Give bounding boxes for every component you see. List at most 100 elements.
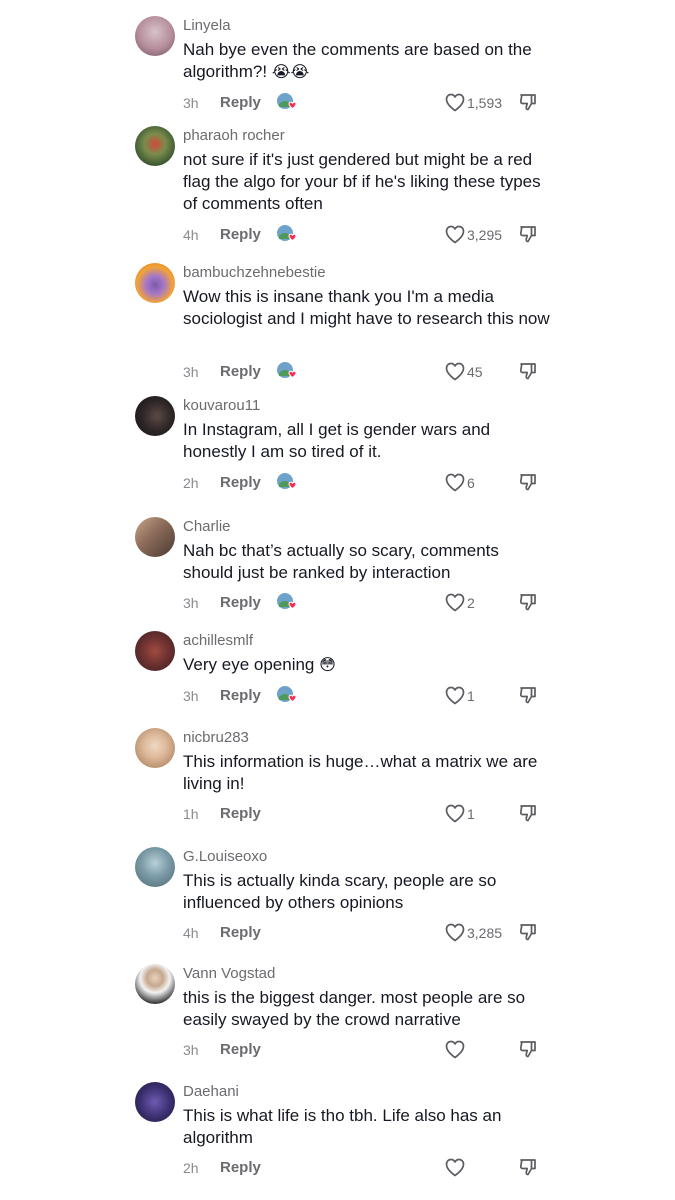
thumbs-down-icon <box>519 363 536 380</box>
comment-meta: 3h Reply 1 <box>183 685 543 707</box>
comment-username[interactable]: bambuchzehnebestie <box>183 264 326 282</box>
comment-time: 3h <box>183 688 199 704</box>
comment-username[interactable]: Charlie <box>183 518 231 536</box>
thumbs-down-icon <box>519 924 536 941</box>
avatar[interactable] <box>135 16 175 56</box>
reply-button[interactable]: Reply <box>220 363 261 380</box>
avatar[interactable] <box>135 1082 175 1122</box>
like-count: 45 <box>467 364 483 380</box>
like-count: 1,593 <box>467 95 503 111</box>
avatar[interactable] <box>135 847 175 887</box>
comment-meta: 3h Reply 2 <box>183 592 543 614</box>
like-count: 1 <box>467 688 475 704</box>
reply-button[interactable]: Reply <box>220 226 261 243</box>
reply-button[interactable]: Reply <box>220 594 261 611</box>
heart-outline-icon <box>445 686 465 705</box>
comment-meta: 1h Reply 1 <box>183 803 543 825</box>
dislike-button[interactable] <box>518 472 538 492</box>
creator-liked-icon <box>276 92 298 112</box>
comment-time: 3h <box>183 95 199 111</box>
thumbs-down-icon <box>519 594 536 611</box>
creator-liked-icon <box>276 224 298 244</box>
thumbs-down-icon <box>519 226 536 243</box>
avatar[interactable] <box>135 517 175 557</box>
thumbs-down-icon <box>519 94 536 111</box>
heart-outline-icon <box>445 804 465 823</box>
like-count: 2 <box>467 595 475 611</box>
comment-meta: 4h Reply 3,285 <box>183 922 543 944</box>
comment-text: Very eye opening 😳 <box>183 655 336 674</box>
reply-button[interactable]: Reply <box>220 687 261 704</box>
heart-outline-icon <box>445 362 465 381</box>
comment-username[interactable]: nicbru283 <box>183 729 249 747</box>
comment-meta: 2h Reply 6 <box>183 472 543 494</box>
dislike-button[interactable] <box>518 1039 538 1059</box>
dislike-button[interactable] <box>518 922 538 942</box>
thumbs-down-icon <box>519 1041 536 1058</box>
heart-outline-icon <box>445 593 465 612</box>
reply-button[interactable]: Reply <box>220 805 261 822</box>
reply-button[interactable]: Reply <box>220 94 261 111</box>
comment-meta: 3h Reply 1,593 <box>183 92 543 114</box>
comment-time: 2h <box>183 1160 199 1176</box>
reply-button[interactable]: Reply <box>220 924 261 941</box>
dislike-button[interactable] <box>518 1157 538 1177</box>
thumbs-down-icon <box>519 687 536 704</box>
comment-username[interactable]: Daehani <box>183 1083 239 1101</box>
comment-time: 2h <box>183 475 199 491</box>
comment-text: In Instagram, all I get is gender wars a… <box>183 420 491 461</box>
comment-username[interactable]: pharaoh rocher <box>183 127 285 145</box>
like-count: 3,285 <box>467 925 503 941</box>
heart-outline-icon <box>445 1158 465 1177</box>
comment-meta: 3h Reply 45 <box>183 361 543 383</box>
comment-text: This is what life is tho tbh. Life also … <box>183 1106 502 1147</box>
comment-meta: 4h Reply 3,295 <box>183 224 543 246</box>
dislike-button[interactable] <box>518 361 538 381</box>
comment-text: this is the biggest danger. most people … <box>183 988 526 1029</box>
comment-text: not sure if it's just gendered but might… <box>183 150 541 213</box>
comment-username[interactable]: G.Louiseoxo <box>183 848 267 866</box>
comment-time: 4h <box>183 227 199 243</box>
avatar[interactable] <box>135 263 175 303</box>
creator-liked-icon <box>276 592 298 612</box>
reply-button[interactable]: Reply <box>220 1159 261 1176</box>
thumbs-down-icon <box>519 1159 536 1176</box>
like-count: 6 <box>467 475 475 491</box>
avatar[interactable] <box>135 631 175 671</box>
comment-username[interactable]: Linyela <box>183 17 231 35</box>
comment-text: Wow this is insane thank you I'm a media… <box>183 287 550 328</box>
comment-text: Nah bc that’s actually so scary, comment… <box>183 541 499 582</box>
avatar[interactable] <box>135 396 175 436</box>
avatar[interactable] <box>135 964 175 1004</box>
heart-outline-icon <box>445 93 465 112</box>
comment-text: This information is huge…what a matrix w… <box>183 752 538 793</box>
comment-username[interactable]: achillesmlf <box>183 632 253 650</box>
thumbs-down-icon <box>519 474 536 491</box>
comment-time: 3h <box>183 595 199 611</box>
creator-liked-icon <box>276 472 298 492</box>
heart-outline-icon <box>445 923 465 942</box>
avatar[interactable] <box>135 728 175 768</box>
dislike-button[interactable] <box>518 92 538 112</box>
reply-button[interactable]: Reply <box>220 1041 261 1058</box>
comment-time: 1h <box>183 806 199 822</box>
comment-time: 3h <box>183 1042 199 1058</box>
comment-text: Nah bye even the comments are based on t… <box>183 40 532 81</box>
dislike-button[interactable] <box>518 224 538 244</box>
heart-outline-icon <box>445 1040 465 1059</box>
reply-button[interactable]: Reply <box>220 474 261 491</box>
comment-username[interactable]: kouvarou11 <box>183 397 260 415</box>
comment-time: 3h <box>183 364 199 380</box>
heart-outline-icon <box>445 225 465 244</box>
dislike-button[interactable] <box>518 685 538 705</box>
comment-meta: 3h Reply <box>183 1039 543 1061</box>
comment-text: This is actually kinda scary, people are… <box>183 871 497 912</box>
like-count: 3,295 <box>467 227 503 243</box>
avatar[interactable] <box>135 126 175 166</box>
dislike-button[interactable] <box>518 803 538 823</box>
creator-liked-icon <box>276 361 298 381</box>
dislike-button[interactable] <box>518 592 538 612</box>
comment-username[interactable]: Vann Vogstad <box>183 965 275 983</box>
thumbs-down-icon <box>519 805 536 822</box>
creator-liked-icon <box>276 685 298 705</box>
